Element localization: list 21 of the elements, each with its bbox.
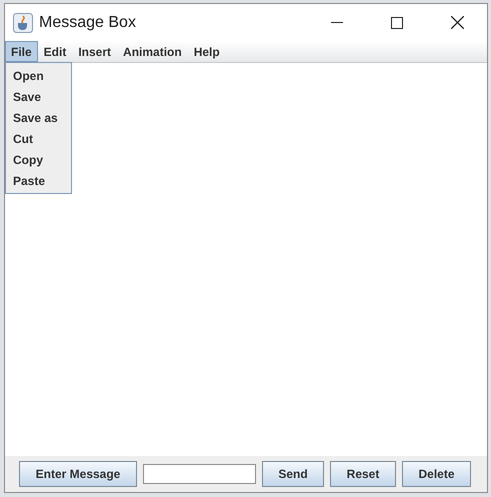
dropdown-item[interactable]: Save as bbox=[6, 107, 71, 128]
message-field[interactable] bbox=[143, 464, 256, 484]
dropdown-item[interactable]: Copy bbox=[6, 149, 71, 170]
menu-item[interactable]: Animation bbox=[117, 41, 188, 62]
menu-item[interactable]: Insert bbox=[72, 41, 118, 62]
minimize-icon bbox=[331, 22, 343, 24]
enter-message-button[interactable]: Enter Message bbox=[19, 461, 137, 487]
window-title: Message Box bbox=[39, 12, 136, 32]
dropdown-item[interactable]: Save bbox=[6, 86, 71, 107]
dropdown-item[interactable]: Paste bbox=[6, 170, 71, 191]
action-button[interactable]: Reset bbox=[330, 461, 396, 487]
menu-item[interactable]: Edit bbox=[38, 41, 72, 62]
menu-item[interactable]: File bbox=[5, 41, 38, 62]
menu-item[interactable]: Help bbox=[188, 41, 226, 62]
cup-icon bbox=[13, 12, 33, 32]
maximize-icon bbox=[391, 16, 403, 28]
action-button[interactable]: Send bbox=[262, 461, 324, 487]
dropdown-item[interactable]: Cut bbox=[6, 128, 71, 149]
close-icon bbox=[450, 16, 464, 29]
dropdown-item[interactable]: Open bbox=[6, 65, 71, 86]
action-button[interactable]: Delete bbox=[402, 461, 471, 487]
